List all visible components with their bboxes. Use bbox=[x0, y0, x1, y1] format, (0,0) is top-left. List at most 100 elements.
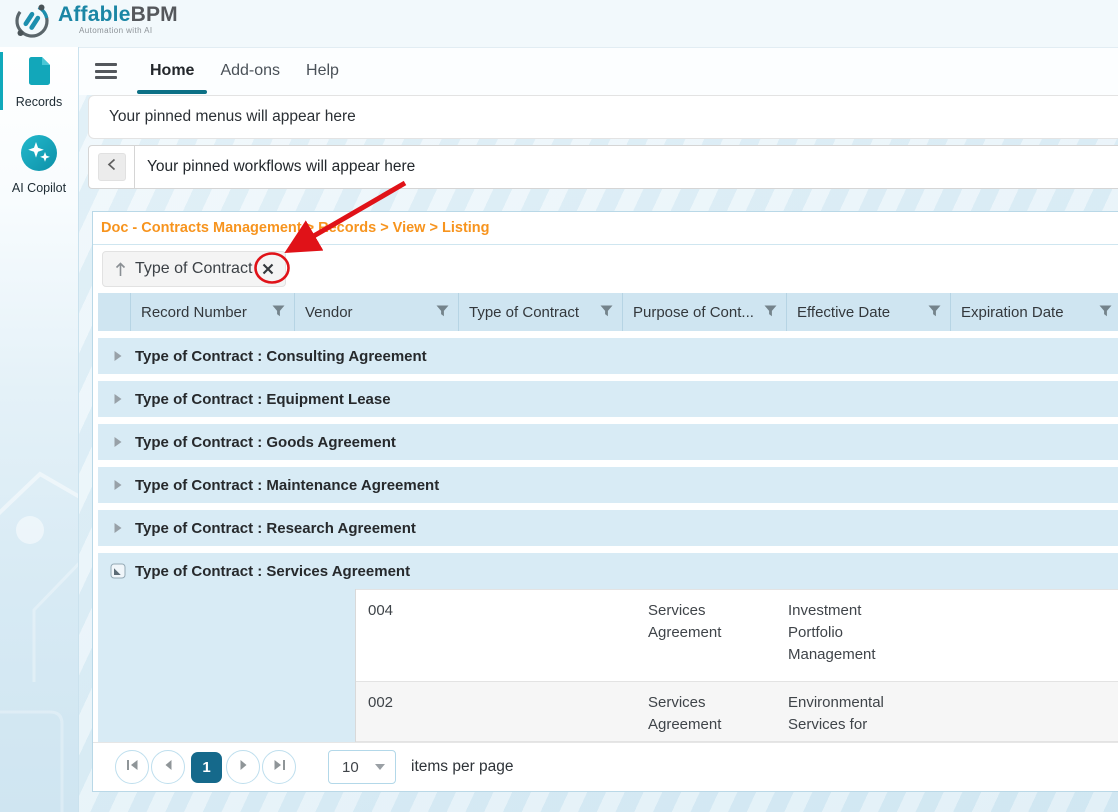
group-row-equipment-lease[interactable]: Type of Contract : Equipment Lease bbox=[98, 381, 1118, 417]
group-row-goods-agreement[interactable]: Type of Contract : Goods Agreement bbox=[98, 424, 1118, 460]
expand-group-icon[interactable] bbox=[110, 393, 126, 405]
sparkles-icon bbox=[20, 159, 58, 176]
items-per-page-label: items per page bbox=[411, 758, 514, 776]
group-by-bar: Type of Contract bbox=[93, 245, 1118, 293]
left-sidebar: Records AI Copilot bbox=[0, 47, 79, 812]
sidebar-item-records-label: Records bbox=[0, 95, 78, 109]
column-header-label: Expiration Date bbox=[961, 304, 1099, 321]
pinned-menus-placeholder: Your pinned menus will appear here bbox=[109, 108, 356, 126]
sidebar-item-records[interactable]: Records bbox=[0, 47, 78, 109]
brand-name-secondary: BPM bbox=[131, 3, 178, 26]
expand-group-icon[interactable] bbox=[110, 479, 126, 491]
group-row-research-agreement[interactable]: Type of Contract : Research Agreement bbox=[98, 510, 1118, 546]
expand-group-icon[interactable] bbox=[110, 522, 126, 534]
column-header-type-of-contract[interactable]: Type of Contract bbox=[459, 293, 623, 331]
brand-name: AffableBPM bbox=[58, 4, 178, 25]
records-grid: Record Number Vendor Type of Contract Pu… bbox=[98, 293, 1118, 742]
collapse-group-icon[interactable] bbox=[110, 563, 126, 579]
workflows-collapse-cell bbox=[89, 146, 135, 188]
page-size-value: 10 bbox=[342, 759, 359, 776]
group-row-label: Type of Contract : Services Agreement bbox=[135, 563, 410, 580]
column-header-effective-date[interactable]: Effective Date bbox=[787, 293, 951, 331]
column-header-purpose-of-contract[interactable]: Purpose of Cont... bbox=[623, 293, 787, 331]
detail-rows: 004 Services Agreement Investment Portfo… bbox=[355, 589, 1118, 742]
first-page-icon bbox=[126, 758, 139, 776]
group-row-label: Type of Contract : Research Agreement bbox=[135, 520, 416, 537]
group-row-consulting-agreement[interactable]: Type of Contract : Consulting Agreement bbox=[98, 338, 1118, 374]
funnel-icon[interactable] bbox=[272, 304, 285, 321]
sidebar-decorative-pattern bbox=[0, 382, 78, 812]
cell-type-of-contract: Services Agreement bbox=[636, 590, 776, 681]
group-chip-label: Type of Contract bbox=[135, 260, 252, 278]
first-page-button[interactable] bbox=[115, 750, 149, 784]
column-header-record-number[interactable]: Record Number bbox=[131, 293, 295, 331]
brand-name-primary: Affable bbox=[58, 3, 131, 26]
sidebar-item-ai-copilot[interactable]: AI Copilot bbox=[0, 125, 78, 195]
previous-page-icon bbox=[164, 758, 173, 776]
expand-group-icon[interactable] bbox=[110, 436, 126, 448]
top-header-bar: AffableBPM Automation with AI bbox=[0, 0, 1118, 48]
collapse-workflows-button[interactable] bbox=[98, 153, 126, 181]
column-header-label: Purpose of Cont... bbox=[633, 304, 764, 321]
column-header-vendor[interactable]: Vendor bbox=[295, 293, 459, 331]
cell-purpose-of-contract: Environmental Services for bbox=[776, 682, 916, 741]
page-size-dropdown[interactable]: 10 bbox=[328, 750, 396, 784]
chevron-down-icon bbox=[375, 764, 385, 770]
funnel-icon[interactable] bbox=[436, 304, 449, 321]
table-row[interactable]: 004 Services Agreement Investment Portfo… bbox=[356, 589, 1118, 681]
column-header-label: Record Number bbox=[141, 304, 272, 321]
column-header-label: Effective Date bbox=[797, 304, 928, 321]
expanded-group-detail: 004 Services Agreement Investment Portfo… bbox=[98, 589, 1118, 742]
app-logo: AffableBPM Automation with AI bbox=[12, 1, 178, 46]
column-header-expiration-date[interactable]: Expiration Date bbox=[951, 293, 1118, 331]
grid-header-expand-column bbox=[98, 293, 131, 331]
tab-add-ons[interactable]: Add-ons bbox=[207, 47, 293, 95]
group-indent-spacer bbox=[98, 589, 355, 742]
sort-ascending-icon[interactable] bbox=[115, 262, 126, 277]
group-row-maintenance-agreement[interactable]: Type of Contract : Maintenance Agreement bbox=[98, 467, 1118, 503]
grid-header-row: Record Number Vendor Type of Contract Pu… bbox=[98, 293, 1118, 331]
current-page-button[interactable]: 1 bbox=[191, 752, 222, 783]
active-indicator bbox=[0, 52, 3, 110]
funnel-icon[interactable] bbox=[1099, 304, 1112, 321]
column-header-label: Type of Contract bbox=[469, 304, 600, 321]
records-listing-card: Doc - Contracts Management > Records > V… bbox=[92, 211, 1118, 792]
funnel-icon[interactable] bbox=[764, 304, 777, 321]
expand-group-icon[interactable] bbox=[110, 350, 126, 362]
group-chip-type-of-contract[interactable]: Type of Contract bbox=[102, 251, 286, 287]
tab-help[interactable]: Help bbox=[293, 47, 352, 95]
nav-tabs: Home Add-ons Help bbox=[137, 47, 352, 95]
logo-icon bbox=[12, 1, 52, 46]
last-page-icon bbox=[273, 758, 286, 776]
next-page-icon bbox=[239, 758, 248, 776]
table-row[interactable]: 002 Services Agreement Environmental Ser… bbox=[356, 681, 1118, 742]
chevron-left-icon bbox=[107, 158, 116, 176]
funnel-icon[interactable] bbox=[928, 304, 941, 321]
group-row-label: Type of Contract : Maintenance Agreement bbox=[135, 477, 439, 494]
pinned-menus-bar: Your pinned menus will appear here bbox=[88, 95, 1118, 139]
hamburger-menu-icon[interactable] bbox=[95, 60, 117, 83]
cell-type-of-contract: Services Agreement bbox=[636, 682, 776, 741]
previous-page-button[interactable] bbox=[151, 750, 185, 784]
cell-record-number: 004 bbox=[356, 590, 636, 681]
next-page-button[interactable] bbox=[226, 750, 260, 784]
sidebar-item-ai-copilot-label: AI Copilot bbox=[0, 181, 78, 195]
pinned-workflows-bar: Your pinned workflows will appear here bbox=[88, 145, 1118, 189]
funnel-icon[interactable] bbox=[600, 304, 613, 321]
cell-purpose-of-contract: Investment Portfolio Management bbox=[776, 590, 916, 681]
group-row-label: Type of Contract : Consulting Agreement bbox=[135, 348, 427, 365]
pinned-workflows-placeholder: Your pinned workflows will appear here bbox=[147, 158, 415, 176]
group-row-label: Type of Contract : Equipment Lease bbox=[135, 391, 391, 408]
tab-home[interactable]: Home bbox=[137, 47, 207, 95]
close-icon[interactable] bbox=[261, 262, 275, 276]
document-icon bbox=[26, 73, 52, 90]
grid-pager: 1 10 items per page bbox=[93, 742, 1118, 791]
last-page-button[interactable] bbox=[262, 750, 296, 784]
group-row-label: Type of Contract : Goods Agreement bbox=[135, 434, 396, 451]
group-row-services-agreement[interactable]: Type of Contract : Services Agreement bbox=[98, 553, 1118, 589]
breadcrumb: Doc - Contracts Management > Records > V… bbox=[93, 212, 1118, 245]
cell-record-number: 002 bbox=[356, 682, 636, 741]
brand-tagline: Automation with AI bbox=[79, 26, 178, 35]
menu-bar: Home Add-ons Help bbox=[79, 47, 1118, 95]
column-header-label: Vendor bbox=[305, 304, 436, 321]
